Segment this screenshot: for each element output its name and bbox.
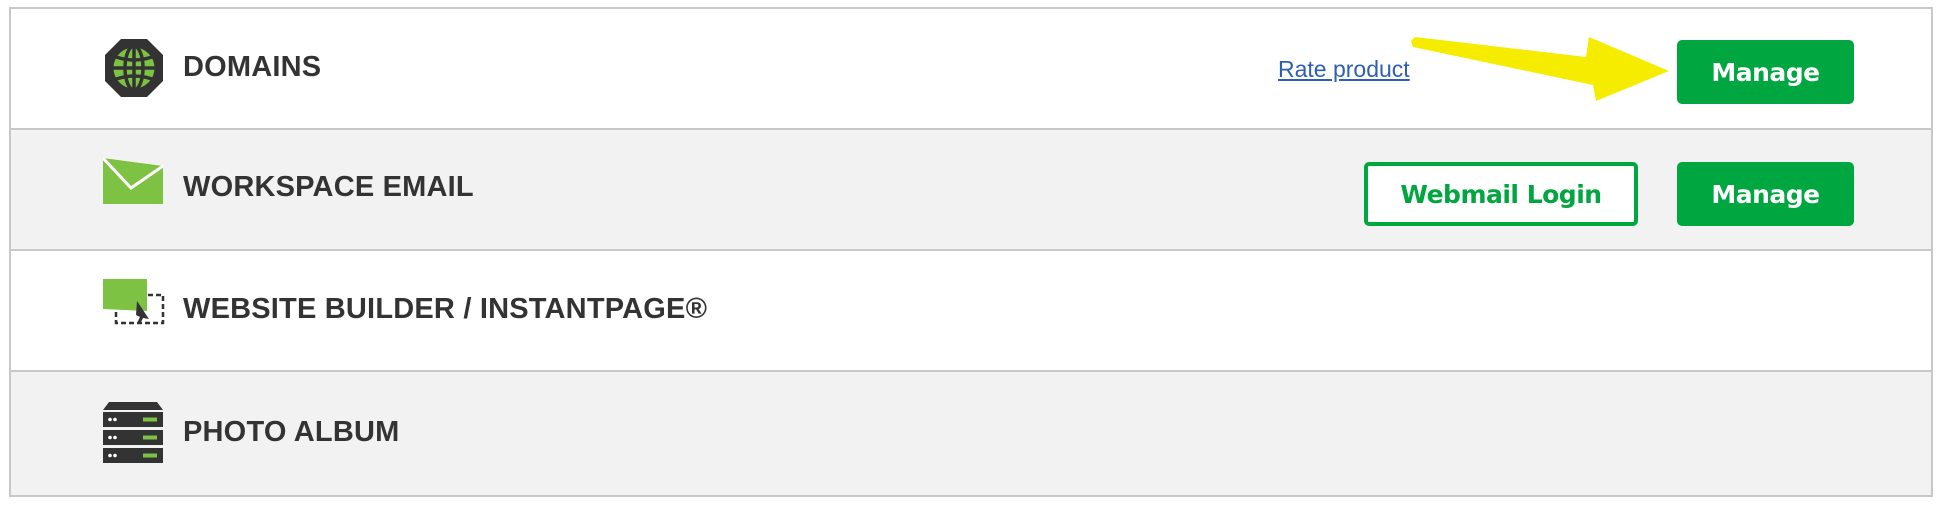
website-builder-icon — [103, 279, 165, 325]
envelope-icon — [103, 156, 164, 204]
product-title-photo-album: PHOTO ALBUM — [183, 416, 400, 448]
globe-icon — [105, 39, 163, 97]
product-title-domains: DOMAINS — [183, 51, 322, 83]
server-stack-icon — [103, 402, 163, 463]
webmail-login-button[interactable]: Webmail Login — [1364, 162, 1638, 226]
product-row-workspace-email: WORKSPACE EMAIL Webmail Login Manage — [11, 130, 1931, 251]
rate-product-link[interactable]: Rate product — [1278, 56, 1410, 83]
workspace-email-manage-button[interactable]: Manage — [1677, 162, 1854, 226]
product-row-website-builder: WEBSITE BUILDER / INSTANTPAGE® — [11, 251, 1931, 372]
annotation-arrow — [1411, 37, 1669, 101]
products-panel: DOMAINS Rate product Manage WORKSPACE EM… — [9, 7, 1933, 497]
product-title-workspace-email: WORKSPACE EMAIL — [183, 171, 474, 203]
domains-manage-button[interactable]: Manage — [1677, 40, 1854, 104]
product-title-website-builder: WEBSITE BUILDER / INSTANTPAGE® — [183, 293, 708, 325]
product-row-photo-album: PHOTO ALBUM — [11, 372, 1931, 495]
